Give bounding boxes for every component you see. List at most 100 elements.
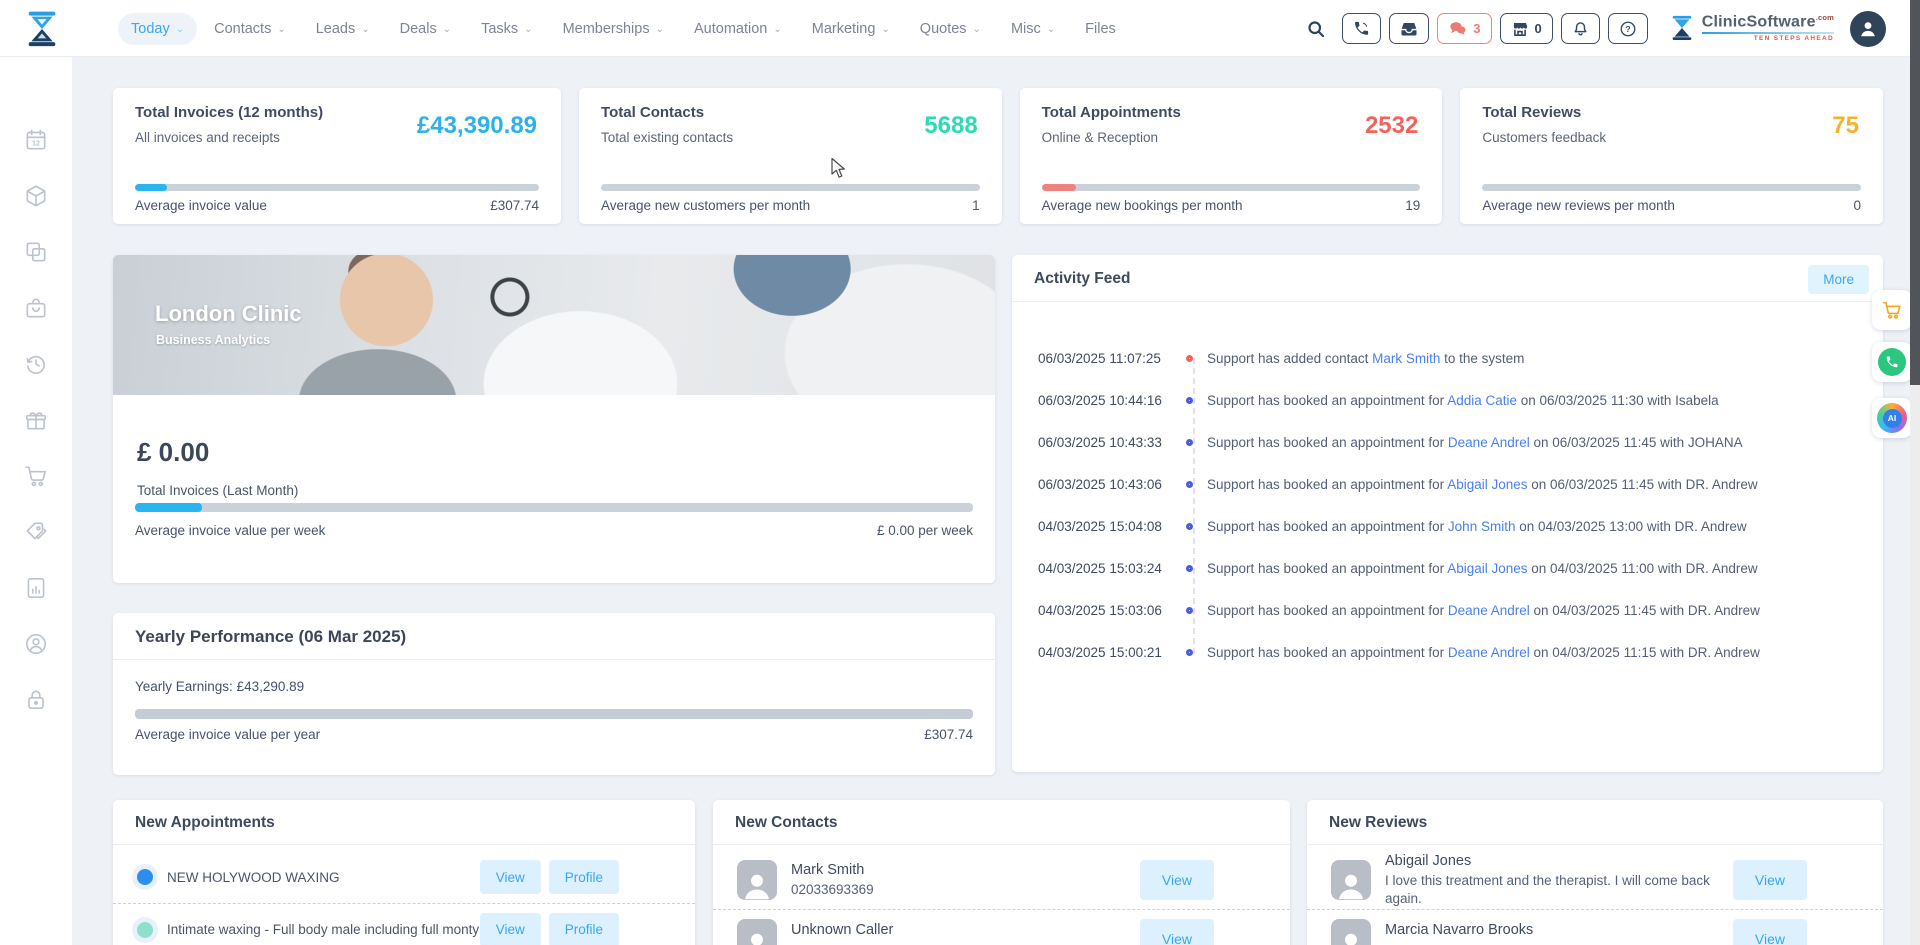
contact-info: Unknown Caller bbox=[791, 921, 1140, 945]
clinic-footer-label: Average invoice value per week bbox=[135, 523, 325, 538]
reviewer-avatar bbox=[1331, 919, 1371, 945]
activity-text-prefix: Support has booked an appointment for bbox=[1207, 519, 1448, 534]
floating-whatsapp-button[interactable] bbox=[1872, 342, 1912, 382]
nav-item[interactable]: Marketing ⌄ bbox=[799, 13, 903, 45]
copy-icon[interactable] bbox=[23, 239, 49, 265]
contact-link[interactable]: Mark Smith bbox=[1372, 351, 1440, 366]
nav-item[interactable]: Deals ⌄ bbox=[387, 13, 464, 45]
contact-link[interactable]: Deane Andrel bbox=[1448, 603, 1530, 618]
view-button[interactable]: View bbox=[1140, 860, 1214, 900]
view-button[interactable]: View bbox=[480, 913, 541, 945]
activity-feed-card: Activity Feed More 06/03/2025 11:07:25 S… bbox=[1012, 255, 1883, 772]
new-contacts-title: New Contacts bbox=[713, 800, 1290, 845]
activity-timestamp: 06/03/2025 10:43:06 bbox=[1038, 477, 1178, 492]
calendar-icon[interactable]: 12 bbox=[23, 127, 49, 153]
more-button[interactable]: More bbox=[1808, 265, 1869, 294]
history-icon[interactable] bbox=[23, 351, 49, 377]
contact-link[interactable]: Abigail Jones bbox=[1447, 561, 1527, 576]
nav-item[interactable]: Contacts ⌄ bbox=[201, 13, 299, 45]
activity-feed-title: Activity Feed bbox=[1012, 255, 1883, 302]
stat-title: Total Contacts bbox=[601, 104, 704, 121]
yearly-footer-label: Average invoice value per year bbox=[135, 727, 320, 742]
stat-card: Total Appointments Online & Reception 25… bbox=[1020, 88, 1443, 224]
inbox-icon bbox=[1400, 20, 1418, 38]
yearly-footer: Average invoice value per year £307.74 bbox=[135, 727, 973, 742]
clinic-banner-photo: London Clinic Business Analytics bbox=[113, 255, 995, 395]
activity-entry: 06/03/2025 10:43:33 Support has booked a… bbox=[1012, 421, 1883, 463]
nav-item-label: Today bbox=[131, 21, 170, 37]
review-text bbox=[1385, 940, 1733, 945]
chevron-down-icon: ⌄ bbox=[773, 25, 781, 35]
clinic-footer-value: £ 0.00 per week bbox=[877, 523, 973, 538]
last-month-invoices-label: Total Invoices (Last Month) bbox=[137, 483, 298, 498]
stat-title: Total Invoices (12 months) bbox=[135, 104, 323, 121]
account-icon[interactable] bbox=[23, 631, 49, 657]
storefront-icon bbox=[1511, 20, 1529, 38]
contact-link[interactable]: Abigail Jones bbox=[1447, 477, 1527, 492]
stat-progress-fill bbox=[135, 184, 167, 191]
activity-text-suffix: on 04/03/2025 11:15 with DR. Andrew bbox=[1530, 645, 1760, 660]
contact-link[interactable]: Addia Catie bbox=[1447, 393, 1517, 408]
search-icon[interactable] bbox=[1306, 19, 1326, 39]
shop-button[interactable]: 0 bbox=[1500, 13, 1553, 44]
nav-item[interactable]: Today ⌄ bbox=[118, 13, 197, 45]
nav-item[interactable]: Files bbox=[1072, 13, 1129, 45]
activity-timestamp: 04/03/2025 15:00:21 bbox=[1038, 645, 1178, 660]
yearly-earnings-value: £43,290.89 bbox=[237, 679, 305, 694]
nav-item[interactable]: Automation ⌄ bbox=[681, 13, 795, 45]
scrollbar[interactable] bbox=[1910, 0, 1920, 945]
view-button[interactable]: View bbox=[1733, 860, 1807, 900]
inbox-button[interactable] bbox=[1389, 13, 1429, 44]
shopping-bag-icon[interactable] bbox=[23, 295, 49, 321]
contact-link[interactable]: John Smith bbox=[1448, 519, 1516, 534]
phone-button[interactable] bbox=[1342, 13, 1381, 44]
user-avatar[interactable] bbox=[1850, 11, 1886, 47]
notifications-button[interactable] bbox=[1561, 13, 1600, 44]
nav-item[interactable]: Tasks ⌄ bbox=[468, 13, 545, 45]
clinic-overview-card: London Clinic Business Analytics £ 0.00 … bbox=[113, 255, 995, 583]
profile-button[interactable]: Profile bbox=[549, 860, 619, 894]
new-reviews-title: New Reviews bbox=[1307, 800, 1883, 845]
view-button[interactable]: View bbox=[480, 860, 541, 894]
help-button[interactable]: ? bbox=[1608, 13, 1648, 44]
scrollbar-thumb[interactable] bbox=[1910, 0, 1920, 385]
new-contacts-card: New Contacts Mark Smith 02033693369 View bbox=[713, 800, 1290, 945]
top-bar: Today ⌄ Contacts ⌄ Leads ⌄ Deals ⌄ bbox=[0, 0, 1920, 57]
stat-footer-label: Average new reviews per month bbox=[1482, 198, 1675, 213]
gift-icon[interactable] bbox=[23, 407, 49, 433]
lock-icon[interactable] bbox=[23, 687, 49, 713]
view-button[interactable]: View bbox=[1140, 919, 1214, 945]
report-icon[interactable] bbox=[23, 575, 49, 601]
nav-item[interactable]: Misc ⌄ bbox=[998, 13, 1068, 45]
chevron-down-icon: ⌄ bbox=[443, 25, 451, 35]
floating-cart-button[interactable] bbox=[1872, 290, 1912, 330]
nav-item-label: Files bbox=[1085, 21, 1116, 37]
activity-text-prefix: Support has booked an appointment for bbox=[1207, 393, 1447, 408]
nav-item[interactable]: Leads ⌄ bbox=[303, 13, 383, 45]
contact-row: Mark Smith 02033693369 View bbox=[713, 851, 1290, 909]
timeline-marker-icon bbox=[1186, 397, 1193, 404]
floating-ai-button[interactable]: AI bbox=[1872, 398, 1912, 438]
price-tags-icon[interactable] bbox=[23, 519, 49, 545]
contact-link[interactable]: Deane Andrel bbox=[1448, 645, 1530, 660]
app-hourglass-logo-icon[interactable] bbox=[20, 7, 64, 51]
contact-info: Mark Smith 02033693369 bbox=[791, 861, 1140, 899]
view-button[interactable]: View bbox=[1733, 919, 1807, 945]
stat-subtitle: Customers feedback bbox=[1482, 130, 1606, 145]
brand-logo: ClinicSoftware.com TEN STEPS AHEAD bbox=[1668, 14, 1834, 43]
stat-footer-label: Average new customers per month bbox=[601, 198, 810, 213]
clinicsoftware-dashboard: Today ⌄ Contacts ⌄ Leads ⌄ Deals ⌄ bbox=[0, 0, 1920, 945]
activity-text-suffix: on 04/03/2025 11:45 with DR. Andrew bbox=[1530, 603, 1760, 618]
cart-icon[interactable] bbox=[23, 463, 49, 489]
messages-button[interactable]: 3 bbox=[1437, 13, 1491, 44]
contact-link[interactable]: Deane Andrel bbox=[1448, 435, 1530, 450]
activity-text-suffix: on 04/03/2025 11:00 with DR. Andrew bbox=[1528, 561, 1758, 576]
chevron-down-icon: ⌄ bbox=[881, 25, 889, 35]
reviewer-avatar bbox=[1331, 860, 1371, 900]
nav-item[interactable]: Memberships ⌄ bbox=[550, 13, 677, 45]
appointment-label: NEW HOLYWOOD WAXING bbox=[167, 870, 480, 885]
nav-item[interactable]: Quotes ⌄ bbox=[907, 13, 994, 45]
profile-button[interactable]: Profile bbox=[549, 913, 619, 945]
reviewer-name: Marcia Navarro Brooks bbox=[1385, 921, 1733, 941]
package-icon[interactable] bbox=[23, 183, 49, 209]
